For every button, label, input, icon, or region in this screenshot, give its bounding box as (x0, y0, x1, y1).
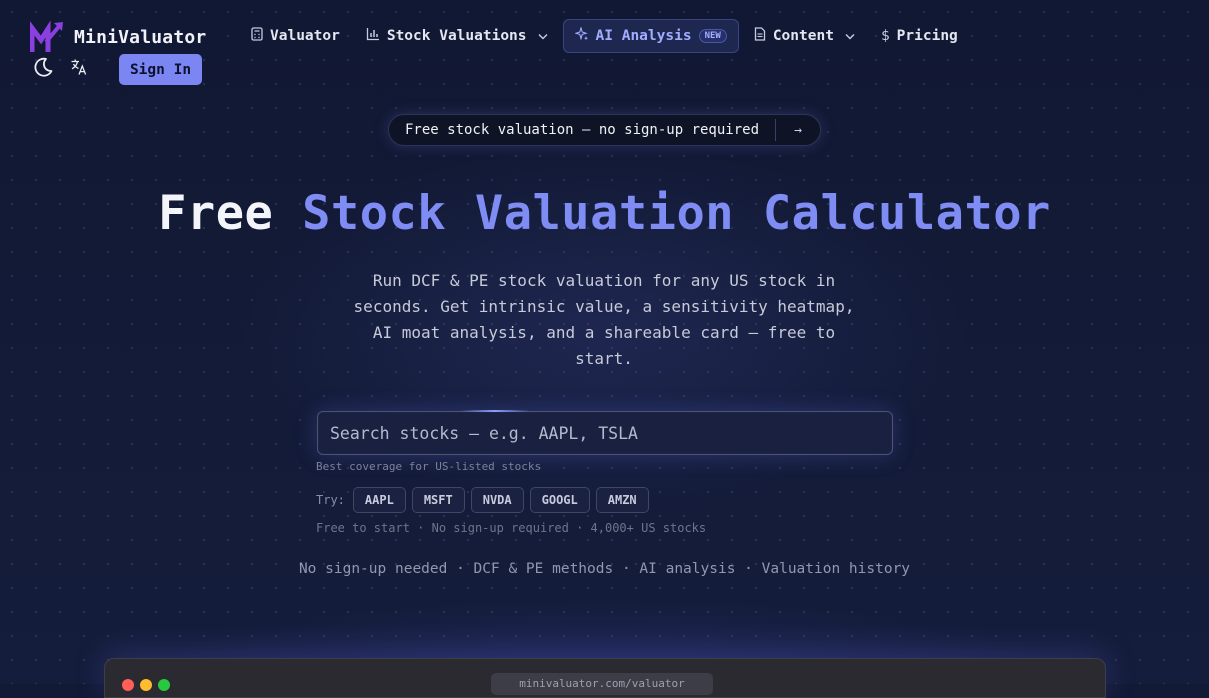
search-hint: Best coverage for US-listed stocks (316, 460, 542, 473)
calculator-icon (251, 27, 263, 45)
nav-content[interactable]: Content (743, 19, 866, 53)
page-title: Free Stock Valuation Calculator (0, 186, 1209, 241)
nav-content-label: Content (772, 28, 834, 44)
main-nav: Valuator Stock Valuations AI Analysis NE… (240, 19, 969, 53)
window-close-dot (122, 679, 134, 691)
moon-icon (32, 56, 54, 82)
preview-url-bar: minivaluator.com/valuator (491, 673, 713, 695)
nav-ai-analysis[interactable]: AI Analysis NEW (562, 19, 739, 53)
sign-in-button[interactable]: Sign In (119, 54, 202, 85)
announcement-pill[interactable]: Free stock valuation — no sign-up requir… (388, 114, 821, 146)
language-button[interactable] (67, 57, 91, 81)
ticker-chip-msft[interactable]: MSFT (411, 487, 465, 513)
nav-pricing-label: Pricing (896, 28, 958, 44)
nav-pricing[interactable]: $ Pricing (870, 19, 969, 53)
window-maximize-dot (158, 679, 170, 691)
try-label: Try: (316, 493, 345, 507)
search-input[interactable]: Search stocks — e.g. AAPL, TSLA (317, 411, 893, 455)
translate-icon (70, 58, 88, 80)
brand-logo-link[interactable]: MiniValuator (30, 20, 206, 54)
ticker-chip-nvda[interactable]: NVDA (470, 487, 524, 513)
ticker-chip-googl[interactable]: GOOGL (529, 487, 590, 513)
brand-name: MiniValuator (74, 26, 207, 48)
logo-icon (30, 20, 64, 54)
nav-stock-valuations[interactable]: Stock Valuations (355, 19, 559, 53)
document-icon (754, 27, 766, 45)
new-badge: NEW (698, 29, 727, 43)
nav-valuator-label: Valuator (270, 28, 340, 44)
announcement-text: Free stock valuation — no sign-up requir… (405, 122, 760, 138)
search-glow (460, 410, 530, 412)
free-note: Free to start · No sign-up required · 4,… (316, 521, 707, 535)
nav-valuator[interactable]: Valuator (240, 19, 351, 53)
hero-subtitle: Run DCF & PE stock valuation for any US … (353, 271, 855, 368)
bar-chart-icon (366, 27, 380, 45)
ticker-chip-amzn[interactable]: AMZN (595, 487, 649, 513)
sparkles-icon (573, 26, 589, 45)
dollar-icon: $ (880, 28, 890, 44)
ticker-chip-aapl[interactable]: AAPL (352, 487, 406, 513)
try-tickers: Try: AAPL MSFT NVDA GOOGL AMZN (316, 487, 649, 513)
chevron-down-icon (538, 30, 548, 43)
features-line: No sign-up needed · DCF & PE methods · A… (298, 561, 911, 577)
app-preview-window: minivaluator.com/valuator (104, 658, 1106, 698)
theme-toggle-button[interactable] (31, 57, 55, 81)
chevron-down-icon (845, 30, 855, 43)
title-accent: Stock Valuation Calculator (302, 186, 1051, 241)
nav-ai-analysis-label: AI Analysis (595, 28, 692, 44)
nav-stock-valuations-label: Stock Valuations (386, 28, 527, 44)
arrow-right-icon: → (794, 122, 802, 138)
search-placeholder: Search stocks — e.g. AAPL, TSLA (330, 423, 638, 443)
title-plain: Free (158, 186, 303, 241)
window-minimize-dot (140, 679, 152, 691)
